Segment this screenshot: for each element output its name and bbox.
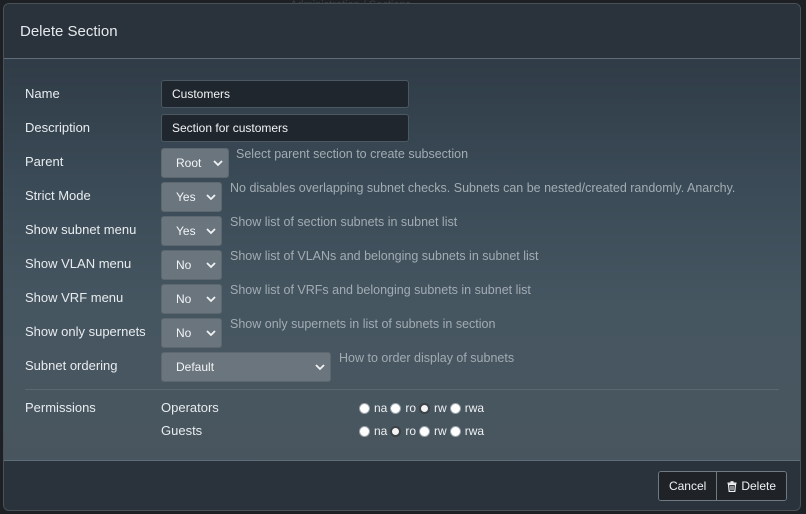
subnet-ordering-select[interactable]: Default bbox=[161, 352, 331, 382]
subnet-ordering-value: Default bbox=[176, 360, 215, 374]
show-vlan-menu-label: Show VLAN menu bbox=[25, 256, 132, 271]
modal-title: Delete Section bbox=[20, 22, 118, 40]
parent-select[interactable]: Root bbox=[161, 148, 229, 178]
permissions-label: Permissions bbox=[25, 400, 96, 415]
subnet-ordering-help: How to order display of subnets bbox=[339, 351, 515, 365]
show-vrf-menu-select[interactable]: No bbox=[161, 284, 222, 314]
operators-label: Operators bbox=[161, 400, 219, 415]
parent-help: Select parent section to create subsecti… bbox=[236, 147, 469, 161]
show-vlan-menu-help: Show list of VLANs and belonging subnets… bbox=[230, 249, 539, 263]
parent-value: Root bbox=[176, 156, 202, 170]
show-vrf-menu-help: Show list of VRFs and belonging subnets … bbox=[230, 283, 531, 297]
cancel-button[interactable]: Cancel bbox=[658, 472, 717, 500]
operators-radio-group: na ro rw rwa bbox=[359, 398, 487, 418]
permissions-operators-row: Permissions Operators na ro rw rwa bbox=[4, 398, 800, 418]
parent-row: Parent Root Select parent section to cre… bbox=[4, 147, 800, 178]
guests-radio-na[interactable]: na bbox=[359, 424, 390, 438]
show-subnet-menu-label: Show subnet menu bbox=[25, 222, 137, 237]
divider bbox=[25, 389, 779, 390]
permissions-guests-row: Guests na ro rw rwa bbox=[4, 421, 800, 441]
name-value: Customers bbox=[172, 87, 231, 101]
delete-section-modal: Delete Section Name Customers Descriptio… bbox=[3, 3, 801, 511]
name-label: Name bbox=[25, 86, 60, 101]
delete-button[interactable]: Delete bbox=[716, 472, 786, 500]
guests-radio-ro[interactable]: ro bbox=[390, 424, 419, 438]
strict-mode-row: Strict Mode Yes No disables overlapping … bbox=[4, 181, 800, 212]
footer-button-group: Cancel Delete bbox=[657, 471, 787, 501]
guests-radio-rwa[interactable]: rwa bbox=[449, 424, 487, 438]
strict-mode-label: Strict Mode bbox=[25, 188, 91, 203]
show-subnet-menu-select[interactable]: Yes bbox=[161, 216, 222, 246]
guests-radio-group: na ro rw rwa bbox=[359, 421, 487, 441]
delete-button-label: Delete bbox=[741, 479, 776, 493]
name-field[interactable]: Customers bbox=[161, 80, 409, 108]
show-vlan-menu-row: Show VLAN menu No Show list of VLANs and… bbox=[4, 249, 800, 280]
show-vlan-menu-value: No bbox=[176, 258, 192, 272]
operators-radio-ro[interactable]: ro bbox=[390, 401, 419, 415]
show-only-supernets-row: Show only supernets No Show only superne… bbox=[4, 317, 800, 348]
modal-body: Name Customers Description Section for c… bbox=[4, 59, 800, 461]
show-subnet-menu-value: Yes bbox=[176, 224, 196, 238]
show-only-supernets-label: Show only supernets bbox=[25, 324, 146, 339]
guests-label: Guests bbox=[161, 423, 203, 438]
trash-icon bbox=[727, 480, 737, 492]
operators-radio-rw[interactable]: rw bbox=[419, 401, 450, 415]
operators-radio-na[interactable]: na bbox=[359, 401, 390, 415]
description-value: Section for customers bbox=[172, 121, 289, 135]
show-subnet-menu-row: Show subnet menu Yes Show list of sectio… bbox=[4, 215, 800, 246]
show-only-supernets-help: Show only supernets in list of subnets i… bbox=[230, 317, 496, 331]
operators-radio-rwa[interactable]: rwa bbox=[449, 401, 487, 415]
strict-mode-help: No disables overlapping subnet checks. S… bbox=[230, 181, 736, 195]
guests-radio-rw[interactable]: rw bbox=[419, 424, 450, 438]
description-field[interactable]: Section for customers bbox=[161, 114, 409, 142]
modal-footer: Cancel Delete bbox=[4, 460, 800, 510]
chevron-down-icon bbox=[201, 295, 221, 303]
description-row: Description Section for customers bbox=[4, 114, 800, 144]
strict-mode-select[interactable]: Yes bbox=[161, 182, 222, 212]
show-only-supernets-value: No bbox=[176, 326, 192, 340]
chevron-down-icon bbox=[310, 363, 330, 371]
show-vlan-menu-select[interactable]: No bbox=[161, 250, 222, 280]
strict-mode-value: Yes bbox=[176, 190, 196, 204]
subnet-ordering-row: Subnet ordering Default How to order dis… bbox=[4, 351, 800, 382]
chevron-down-icon bbox=[201, 193, 221, 201]
cancel-button-label: Cancel bbox=[668, 479, 707, 493]
name-row: Name Customers bbox=[4, 80, 800, 110]
chevron-down-icon bbox=[201, 227, 221, 235]
show-vrf-menu-value: No bbox=[176, 292, 192, 306]
modal-header: Delete Section bbox=[4, 4, 800, 59]
show-vrf-menu-row: Show VRF menu No Show list of VRFs and b… bbox=[4, 283, 800, 314]
show-only-supernets-select[interactable]: No bbox=[161, 318, 222, 348]
show-subnet-menu-help: Show list of section subnets in subnet l… bbox=[230, 215, 458, 229]
subnet-ordering-label: Subnet ordering bbox=[25, 358, 118, 373]
chevron-down-icon bbox=[201, 261, 221, 269]
description-label: Description bbox=[25, 120, 91, 135]
chevron-down-icon bbox=[201, 329, 221, 337]
chevron-down-icon bbox=[208, 159, 228, 167]
show-vrf-menu-label: Show VRF menu bbox=[25, 290, 124, 305]
parent-label: Parent bbox=[25, 154, 64, 169]
